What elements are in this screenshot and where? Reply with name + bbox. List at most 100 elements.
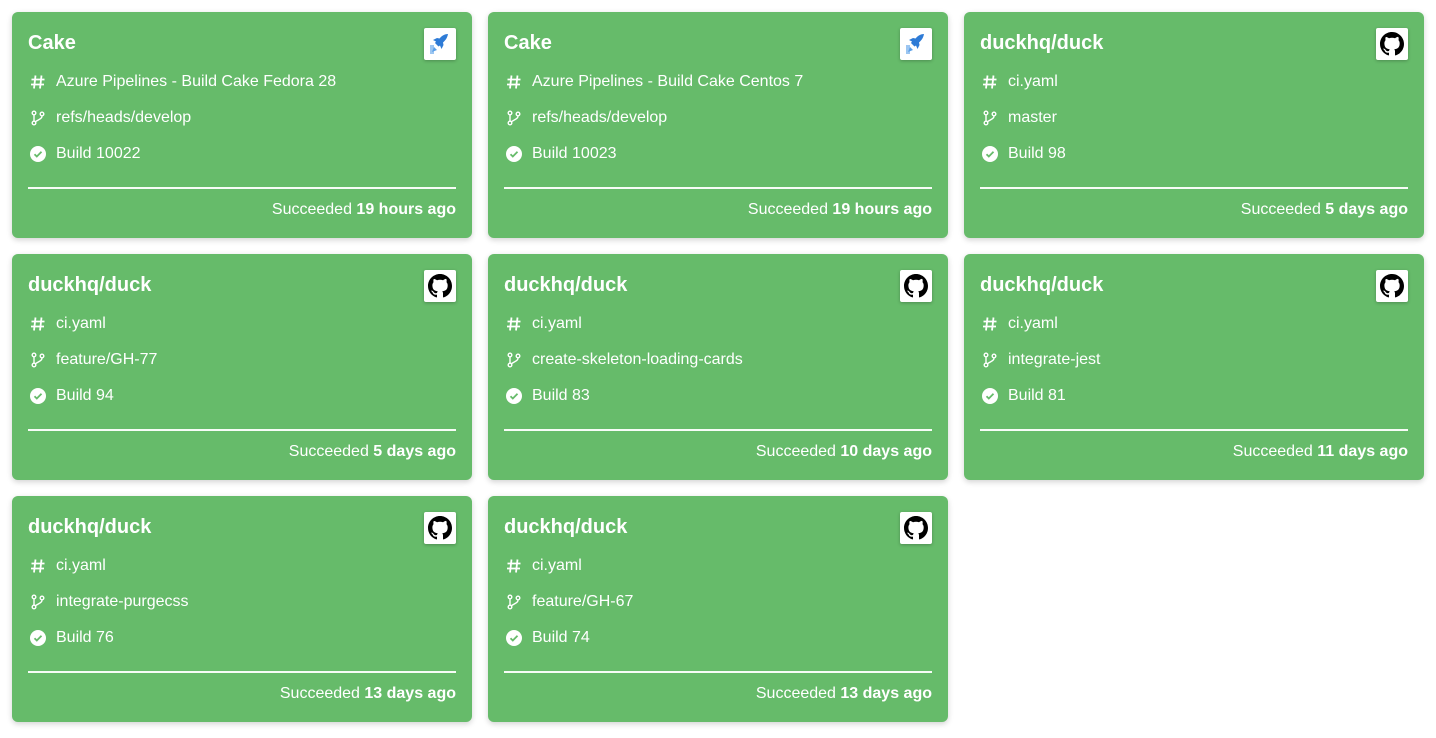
hash-icon [28,72,48,92]
branch-name: master [1008,109,1057,126]
pipeline-name: ci.yaml [532,557,582,574]
hash-icon [980,72,1000,92]
pipeline-name: ci.yaml [56,557,106,574]
pipeline-row: ci.yaml [504,548,932,584]
branch-row: feature/GH-77 [28,342,456,378]
pipeline-name: ci.yaml [532,315,582,332]
branch-name: create-skeleton-loading-cards [532,351,743,368]
pipeline-row: ci.yaml [504,306,932,342]
status-label: Succeeded [279,685,360,702]
build-number: Build 10022 [56,145,141,162]
card-title: Cake [504,32,552,54]
divider [504,187,932,189]
build-status: Succeeded 19 hours ago [272,199,456,221]
build-number: Build 74 [532,629,590,646]
branch-icon [28,350,48,370]
branch-icon [504,592,524,612]
pipeline-name: ci.yaml [1008,73,1058,90]
card-title: duckhq/duck [28,274,152,296]
check-circle-icon [28,144,48,164]
status-label: Succeeded [271,201,352,218]
build-card[interactable]: duckhq/duck ci.yaml feature/GH-67 Build … [488,496,948,722]
build-card[interactable]: duckhq/duck ci.yaml integrate-purgecss B… [12,496,472,722]
build-row: Build 10022 [28,136,456,172]
card-title: duckhq/duck [980,32,1104,54]
divider [28,671,456,673]
build-card[interactable]: duckhq/duck ci.yaml master Build 98 Succ… [964,12,1424,238]
check-circle-icon [980,144,1000,164]
branch-icon [504,108,524,128]
build-row: Build 74 [504,620,932,656]
build-number: Build 83 [532,387,590,404]
build-row: Build 94 [28,378,456,414]
build-card[interactable]: duckhq/duck ci.yaml create-skeleton-load… [488,254,948,480]
github-icon [1376,28,1408,60]
pipeline-name: Azure Pipelines - Build Cake Fedora 28 [56,73,337,90]
github-icon [900,270,932,302]
check-circle-icon [28,386,48,406]
pipeline-name: ci.yaml [56,315,106,332]
build-status: Succeeded 10 days ago [756,441,932,463]
divider [28,187,456,189]
build-time: 11 days ago [1317,443,1408,460]
github-icon [1376,270,1408,302]
check-circle-icon [28,628,48,648]
card-title: duckhq/duck [504,516,628,538]
pipeline-name: ci.yaml [1008,315,1058,332]
status-label: Succeeded [288,443,369,460]
pipeline-row: ci.yaml [980,306,1408,342]
divider [504,429,932,431]
build-card[interactable]: Cake Azure Pipelines - Build Cake Centos… [488,12,948,238]
build-card[interactable]: duckhq/duck ci.yaml integrate-jest Build… [964,254,1424,480]
check-circle-icon [504,628,524,648]
build-time: 19 hours ago [356,201,456,218]
build-card[interactable]: duckhq/duck ci.yaml feature/GH-77 Build … [12,254,472,480]
hash-icon [504,556,524,576]
branch-row: feature/GH-67 [504,584,932,620]
azure-pipelines-icon [900,28,932,60]
build-number: Build 81 [1008,387,1066,404]
branch-name: integrate-jest [1008,351,1101,368]
build-row: Build 76 [28,620,456,656]
build-row: Build 81 [980,378,1408,414]
branch-row: master [980,100,1408,136]
branch-row: create-skeleton-loading-cards [504,342,932,378]
branch-row: refs/heads/develop [28,100,456,136]
branch-row: refs/heads/develop [504,100,932,136]
build-status: Succeeded 5 days ago [289,441,456,463]
branch-name: refs/heads/develop [532,109,668,126]
hash-icon [504,72,524,92]
status-label: Succeeded [755,443,836,460]
build-row: Build 98 [980,136,1408,172]
divider [980,429,1408,431]
hash-icon [504,314,524,334]
build-card[interactable]: Cake Azure Pipelines - Build Cake Fedora… [12,12,472,238]
build-number: Build 76 [56,629,114,646]
build-status: Succeeded 13 days ago [756,683,932,705]
build-row: Build 83 [504,378,932,414]
card-title: duckhq/duck [980,274,1104,296]
build-number: Build 10023 [532,145,617,162]
divider [28,429,456,431]
pipeline-row: ci.yaml [980,64,1408,100]
pipeline-row: Azure Pipelines - Build Cake Fedora 28 [28,64,456,100]
build-status: Succeeded 5 days ago [1241,199,1408,221]
card-title: duckhq/duck [504,274,628,296]
status-label: Succeeded [755,685,836,702]
branch-icon [28,592,48,612]
build-grid: Cake Azure Pipelines - Build Cake Fedora… [12,12,1424,722]
branch-row: integrate-jest [980,342,1408,378]
check-circle-icon [980,386,1000,406]
hash-icon [980,314,1000,334]
build-number: Build 94 [56,387,114,404]
branch-row: integrate-purgecss [28,584,456,620]
divider [504,671,932,673]
hash-icon [28,314,48,334]
azure-pipelines-icon [424,28,456,60]
build-time: 10 days ago [840,443,932,460]
branch-icon [28,108,48,128]
status-label: Succeeded [747,201,828,218]
github-icon [424,270,456,302]
build-time: 5 days ago [1325,201,1408,218]
branch-icon [980,108,1000,128]
